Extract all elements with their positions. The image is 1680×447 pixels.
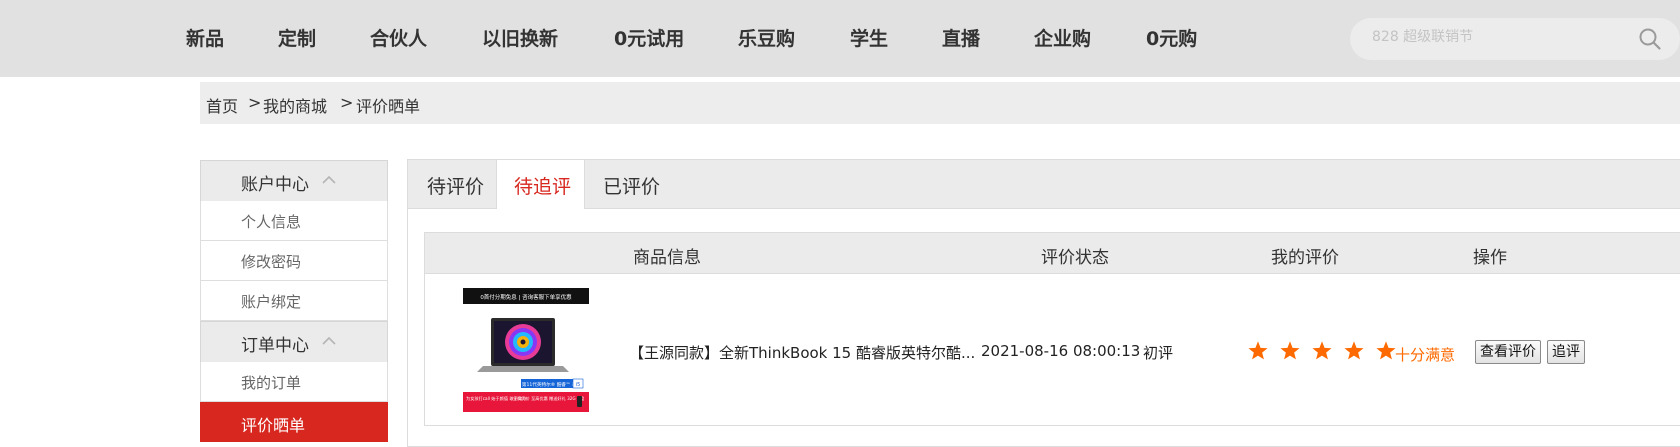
thumbnail-banner-text: 0首付分期免息 | 咨询客服下单享优惠 <box>480 293 572 301</box>
nav-item-student[interactable]: 学生 <box>850 24 888 51</box>
column-header-actions: 操作 <box>1473 248 1507 268</box>
tab-reviewed[interactable]: 已评价 <box>584 160 674 208</box>
breadcrumb-my-mall[interactable]: 我的商城 <box>263 93 327 117</box>
star-icon <box>1376 341 1396 360</box>
sidebar-item-reviews[interactable]: 评价晒单 <box>200 402 388 442</box>
nav-item-ledou[interactable]: 乐豆购 <box>738 24 795 51</box>
nav-item-new[interactable]: 新品 <box>186 24 224 51</box>
nav-item-trade-in[interactable]: 以旧换新 <box>482 24 558 51</box>
sidebar-section-label: 账户中心 <box>241 175 309 195</box>
sidebar-item-label: 账户绑定 <box>241 293 302 311</box>
thumbnail-badge-text: 第11代英特尔® 酷睿™ i5 <box>522 381 576 388</box>
chevron-up-icon <box>322 336 336 345</box>
nav-item-custom[interactable]: 定制 <box>278 24 316 51</box>
top-nav-bar: 新品 定制 合伙人 以旧换新 0元试用 乐豆购 学生 直播 企业购 0元购 <box>0 0 1680 77</box>
star-icon <box>1280 341 1300 360</box>
review-status: 初评 <box>1143 344 1174 362</box>
nav-item-partner[interactable]: 合伙人 <box>370 24 427 51</box>
nav-item-enterprise[interactable]: 企业购 <box>1034 24 1091 51</box>
star-icon <box>1312 341 1332 360</box>
product-thumbnail[interactable]: 0首付分期免息 | 咨询客服下单享优惠 第11代英特尔® 酷睿™ i5 i5 为… <box>463 288 589 412</box>
sidebar-item-change-password[interactable]: 修改密码 <box>200 241 388 281</box>
tab-pending-followup[interactable]: 待追评 <box>496 160 585 209</box>
product-name[interactable]: 【王源同款】全新ThinkBook 15 酷睿版英特尔酷... <box>629 342 975 363</box>
nav-item-live[interactable]: 直播 <box>942 24 980 51</box>
tab-pending-review[interactable]: 待评价 <box>408 160 496 208</box>
tab-label: 已评价 <box>603 176 661 198</box>
column-header-my-review: 我的评价 <box>1271 248 1339 268</box>
search-input[interactable] <box>1372 29 1622 45</box>
column-header-product: 商品信息 <box>633 248 701 268</box>
review-table: 商品信息 评价状态 我的评价 操作 0首付分期免息 | 咨询客服下单享优惠 第1… <box>424 232 1680 426</box>
breadcrumb-current: 评价晒单 <box>356 97 421 116</box>
sidebar-item-my-orders[interactable]: 我的订单 <box>200 362 388 402</box>
sidebar: 账户中心 个人信息 修改密码 账户绑定 订单中心 我的订单 评价晒单 <box>200 160 388 442</box>
breadcrumb: 首页 > 我的商城 > 评价晒单 <box>200 82 1680 124</box>
tab-label: 待追评 <box>514 176 572 198</box>
svg-text:i5: i5 <box>576 382 581 388</box>
rating-text: 十分满意 <box>1395 346 1456 364</box>
sidebar-section-account[interactable]: 账户中心 <box>200 160 388 201</box>
star-icon <box>1248 341 1268 360</box>
nav-item-zero-buy[interactable]: 0元购 <box>1146 24 1197 51</box>
sidebar-item-label: 个人信息 <box>241 213 302 231</box>
search-box <box>1350 18 1680 60</box>
sidebar-section-label: 订单中心 <box>241 336 309 356</box>
reviews-panel: 待评价 待追评 已评价 商品信息 评价状态 我的评价 操作 0首付分期免息 | … <box>407 159 1680 447</box>
chevron-up-icon <box>322 175 336 184</box>
breadcrumb-home[interactable]: 首页 <box>206 93 238 117</box>
table-header: 商品信息 评价状态 我的评价 操作 <box>425 233 1680 274</box>
sidebar-item-label: 修改密码 <box>241 253 302 271</box>
sidebar-item-profile[interactable]: 个人信息 <box>200 201 388 241</box>
breadcrumb-separator: > <box>248 93 262 112</box>
review-date: 2021-08-16 08:00:13 <box>981 342 1141 360</box>
star-icon <box>1344 341 1364 360</box>
nav-item-free-trial[interactable]: 0元试用 <box>614 24 684 51</box>
sidebar-section-orders[interactable]: 订单中心 <box>200 321 388 362</box>
sidebar-item-account-binding[interactable]: 账户绑定 <box>200 281 388 321</box>
review-tabs: 待评价 待追评 已评价 <box>408 160 1680 209</box>
tab-label: 待评价 <box>427 176 485 198</box>
sidebar-item-label: 评价晒单 <box>241 416 306 435</box>
thumbnail-promo-mid: 全网同价 至高优惠 <box>513 395 548 402</box>
search-icon[interactable] <box>1638 27 1662 51</box>
column-header-status: 评价状态 <box>1041 248 1109 268</box>
followup-review-button[interactable]: 追评 <box>1547 340 1585 364</box>
view-review-button[interactable]: 查看评价 <box>1475 340 1541 364</box>
breadcrumb-separator: > <box>340 93 354 112</box>
sidebar-item-label: 我的订单 <box>241 374 302 392</box>
